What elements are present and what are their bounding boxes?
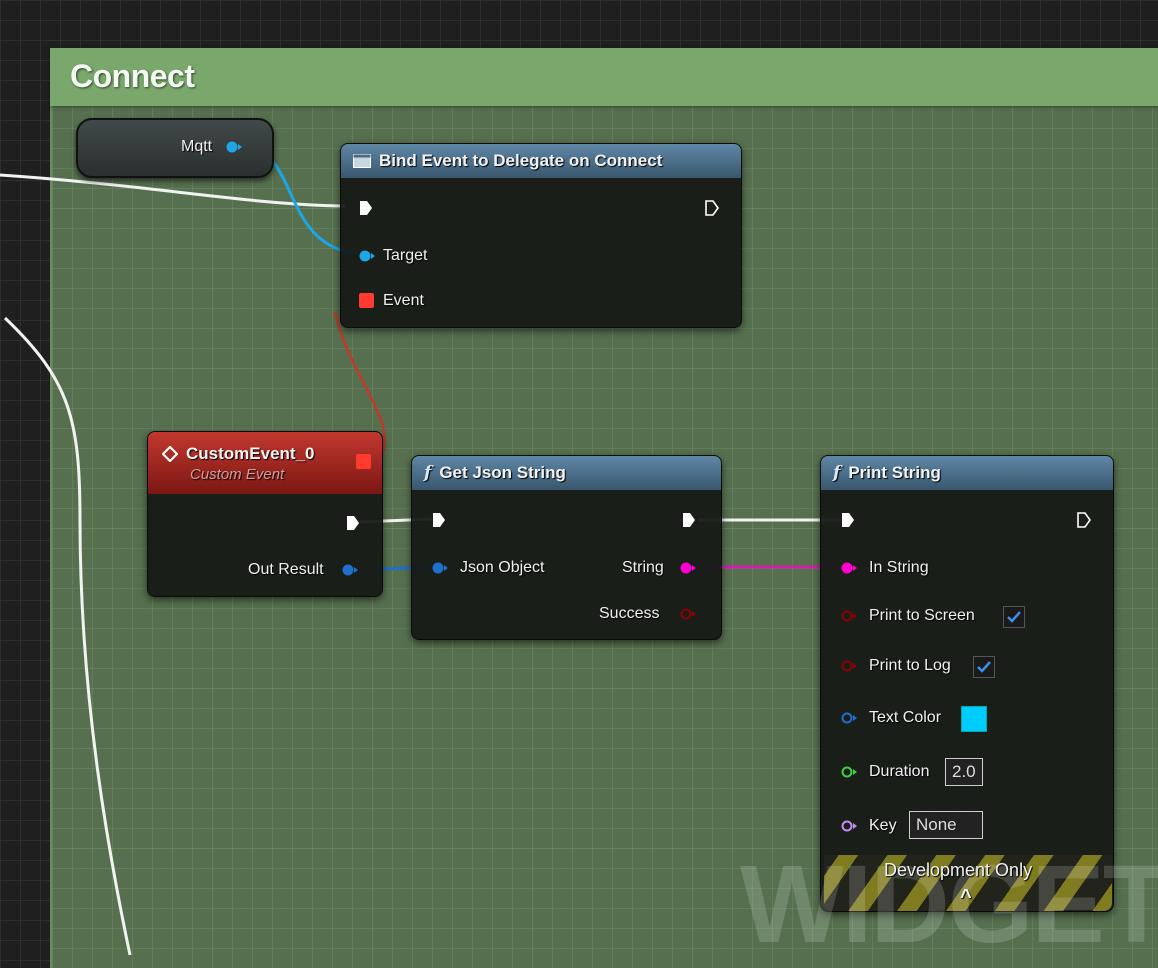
function-icon: f — [833, 463, 841, 483]
event-label: Event — [383, 292, 424, 309]
target-pin-icon[interactable] — [359, 250, 375, 262]
duration-input[interactable]: 2.0 — [945, 758, 983, 786]
object-pin-icon[interactable] — [226, 141, 242, 153]
development-only-label: Development Only — [884, 860, 1033, 880]
custom-event-node[interactable]: CustomEvent_0 Custom Event Out Result — [147, 431, 383, 597]
struct-out-pin-icon[interactable] — [342, 564, 358, 576]
comment-header[interactable] — [50, 48, 1158, 106]
out-result-label: Out Result — [248, 561, 324, 578]
key-pin-icon[interactable] — [841, 820, 857, 832]
bind-event-header[interactable]: Bind Event to Delegate on Connect — [341, 144, 741, 178]
string-label: String — [622, 559, 664, 576]
print-string-header[interactable]: f Print String — [821, 456, 1113, 490]
event-delegate-pin-icon[interactable] — [359, 293, 374, 308]
bind-event-title: Bind Event to Delegate on Connect — [379, 151, 663, 170]
key-input[interactable]: None — [909, 811, 983, 839]
key-label: Key — [869, 817, 897, 834]
checkmark-icon — [977, 661, 991, 673]
text-color-swatch[interactable] — [961, 706, 987, 732]
json-object-label: Json Object — [460, 559, 545, 576]
in-string-label: In String — [869, 559, 929, 576]
mqtt-label: Mqtt — [181, 138, 213, 155]
custom-event-header[interactable]: CustomEvent_0 Custom Event — [148, 432, 382, 494]
in-string-pin-icon[interactable] — [841, 562, 857, 574]
bool-out-pin-icon[interactable] — [680, 608, 696, 620]
delegate-icon — [353, 154, 371, 168]
event-diamond-icon — [162, 445, 178, 462]
expand-chevron-icon[interactable]: ^ — [960, 886, 972, 909]
exec-out-pin-icon[interactable] — [682, 512, 696, 528]
exec-in-pin-icon[interactable] — [432, 512, 446, 528]
comment-title: Connect — [70, 58, 195, 94]
text-color-label: Text Color — [869, 709, 942, 726]
get-json-string-node[interactable]: f Get Json String Json Object String Suc… — [411, 455, 722, 640]
json-object-pin-icon[interactable] — [432, 562, 448, 574]
bind-event-node[interactable]: Bind Event to Delegate on Connect Target… — [340, 143, 742, 328]
print-to-log-checkbox[interactable] — [973, 656, 995, 678]
exec-out-pin-icon[interactable] — [705, 200, 719, 216]
function-icon: f — [424, 463, 432, 483]
exec-out-pin-icon[interactable] — [346, 515, 360, 531]
get-json-title: Get Json String — [439, 463, 566, 482]
get-json-header[interactable]: f Get Json String — [412, 456, 721, 490]
text-color-pin-icon[interactable] — [841, 712, 857, 724]
custom-event-title: CustomEvent_0 — [186, 443, 315, 463]
print-to-screen-checkbox[interactable] — [1003, 606, 1025, 628]
string-out-pin-icon[interactable] — [680, 562, 696, 574]
print-to-log-label: Print to Log — [869, 657, 951, 674]
print-to-log-pin-icon[interactable] — [841, 660, 857, 672]
print-to-screen-pin-icon[interactable] — [841, 610, 857, 622]
duration-label: Duration — [869, 763, 930, 780]
print-to-screen-label: Print to Screen — [869, 607, 975, 624]
duration-pin-icon[interactable] — [841, 766, 857, 778]
exec-in-pin-icon[interactable] — [359, 200, 373, 216]
delegate-out-pin-icon[interactable] — [356, 454, 371, 469]
success-label: Success — [599, 605, 660, 622]
target-label: Target — [383, 247, 428, 264]
mqtt-variable-node[interactable]: Mqtt — [76, 118, 274, 178]
checkmark-icon — [1007, 611, 1021, 623]
exec-out-pin-icon[interactable] — [1077, 512, 1091, 528]
print-string-title: Print String — [848, 463, 941, 482]
exec-in-pin-icon[interactable] — [841, 512, 855, 528]
custom-event-subtitle: Custom Event — [190, 465, 285, 483]
